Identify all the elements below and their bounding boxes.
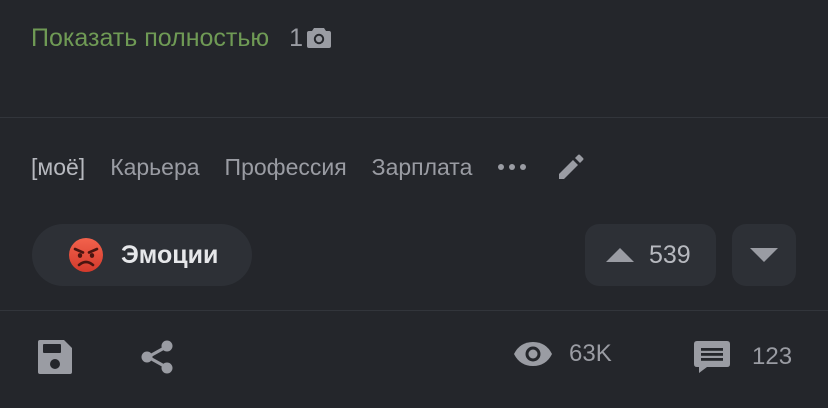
comment-icon [694,341,730,373]
triangle-up-icon [605,247,635,263]
emotions-label: Эмоции [121,240,219,269]
photo-count: 1 [289,24,332,53]
floppy-disk-icon [38,340,72,374]
more-tags-button[interactable] [497,163,527,171]
show-full-link[interactable]: Показать полностью [31,24,269,53]
edit-tags-button[interactable] [557,153,585,181]
show-full-row: Показать полностью 1 [31,18,332,58]
tag-career[interactable]: Карьера [110,154,199,181]
divider-bottom [0,310,828,311]
post-footer: Показать полностью 1 [моё] Карьера Профе… [0,0,828,408]
tag-own[interactable]: [моё] [31,154,85,181]
comments-count: 123 [752,343,793,370]
eye-icon [514,342,552,366]
tag-salary[interactable]: Зарплата [372,154,473,181]
emotions-button[interactable]: Эмоции [32,224,252,286]
share-icon [141,340,173,374]
triangle-down-icon [749,247,779,263]
camera-icon [307,28,332,48]
angry-face-icon [68,237,104,273]
tag-profession[interactable]: Профессия [225,154,347,181]
pencil-icon [559,154,584,179]
more-dots-icon [498,164,527,170]
tags-row: [моё] Карьера Профессия Зарплата [31,145,585,189]
rating-value: 539 [649,240,691,269]
views-count: 63K [569,340,612,367]
share-button[interactable] [140,339,176,375]
divider-top [0,117,828,118]
views-stat: 63K [513,340,612,368]
vote-up-button[interactable]: 539 [585,224,716,286]
photo-count-value: 1 [289,23,304,52]
save-button[interactable] [37,339,73,375]
vote-down-button[interactable] [732,224,796,286]
comments-stat[interactable]: 123 [693,340,792,374]
